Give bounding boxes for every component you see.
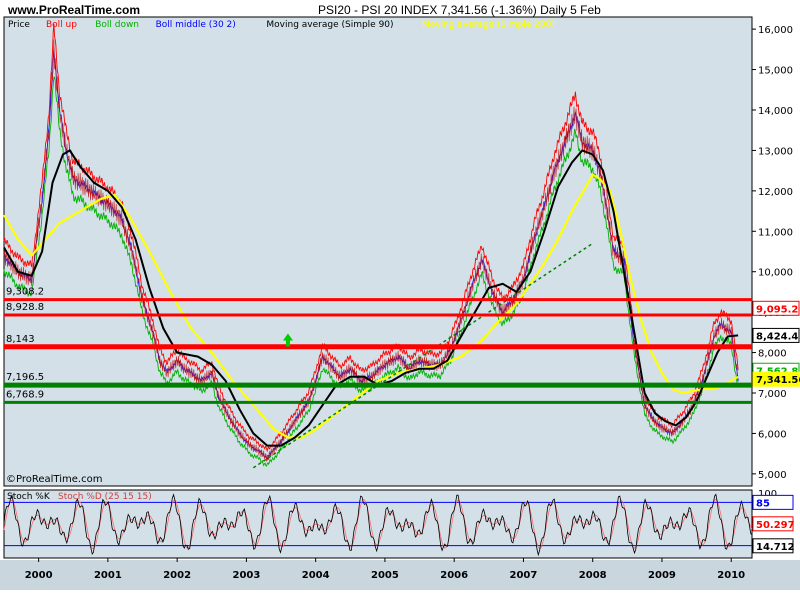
x-tick-label: 2009 [648, 570, 676, 581]
x-tick-label: 2000 [25, 570, 53, 581]
legend-item: Boll middle (30 2) [156, 20, 236, 30]
x-tick-label: 2005 [371, 570, 399, 581]
legend-item: Price [8, 20, 30, 30]
x-tick-label: 2006 [440, 570, 468, 581]
legend-item: Boll down [95, 20, 139, 30]
y-tick-label: 5,000 [758, 470, 787, 481]
y-tick-label: 11,000 [758, 227, 793, 238]
level-label: 8,928.8 [6, 302, 44, 313]
price-chart: 5,0006,0007,0008,0009,00010,00011,00012,… [0, 16, 800, 590]
x-tick-label: 2004 [302, 570, 330, 581]
y-tick-label: 8,000 [758, 349, 787, 360]
y-tick-label: 7,000 [758, 389, 787, 400]
y-tick-label: 15,000 [758, 66, 793, 77]
y-tick-label: 14,000 [758, 106, 793, 117]
watermark: ©ProRealTime.com [6, 474, 102, 485]
x-tick-label: 2007 [510, 570, 538, 581]
stoch-tag-label: 85 [756, 498, 770, 509]
price-panel [3, 16, 753, 487]
x-tick-label: 2001 [94, 570, 122, 581]
y-tick-label: 12,000 [758, 187, 793, 198]
y-tick-label: 16,000 [758, 25, 793, 36]
x-tick-label: 2008 [579, 570, 607, 581]
level-label: 6,768.9 [6, 389, 44, 400]
stoch-d-label: Stoch %D (25 15 15) [58, 492, 152, 502]
x-tick-label: 2010 [717, 570, 745, 581]
x-tick-label: 2002 [163, 570, 191, 581]
level-label: 9,308.2 [6, 287, 44, 298]
value-tag-label: 9,095.2 [756, 304, 798, 315]
stoch-tag-label: 50.297 [756, 520, 795, 531]
value-tag-label: 8,424.4 [756, 331, 798, 342]
level-label: 8,143 [6, 334, 35, 345]
stoch-tag-label: 14.712 [756, 542, 795, 553]
legend-item: Moving average (Simple 200) [422, 20, 555, 30]
level-label: 7,196.5 [6, 372, 44, 383]
y-tick-label: 6,000 [758, 429, 787, 440]
legend-item: Boll up [46, 20, 77, 30]
x-tick-label: 2003 [232, 570, 260, 581]
chart-window: www.ProRealTime.com PSI20 - PSI 20 INDEX… [0, 0, 800, 600]
stoch-k-label: Stoch %K [7, 492, 51, 502]
y-tick-label: 13,000 [758, 146, 793, 157]
y-tick-label: 10,000 [758, 268, 793, 279]
legend-item: Moving average (Simple 90) [266, 20, 393, 30]
value-tag-label: 7,341.56 [756, 375, 800, 386]
